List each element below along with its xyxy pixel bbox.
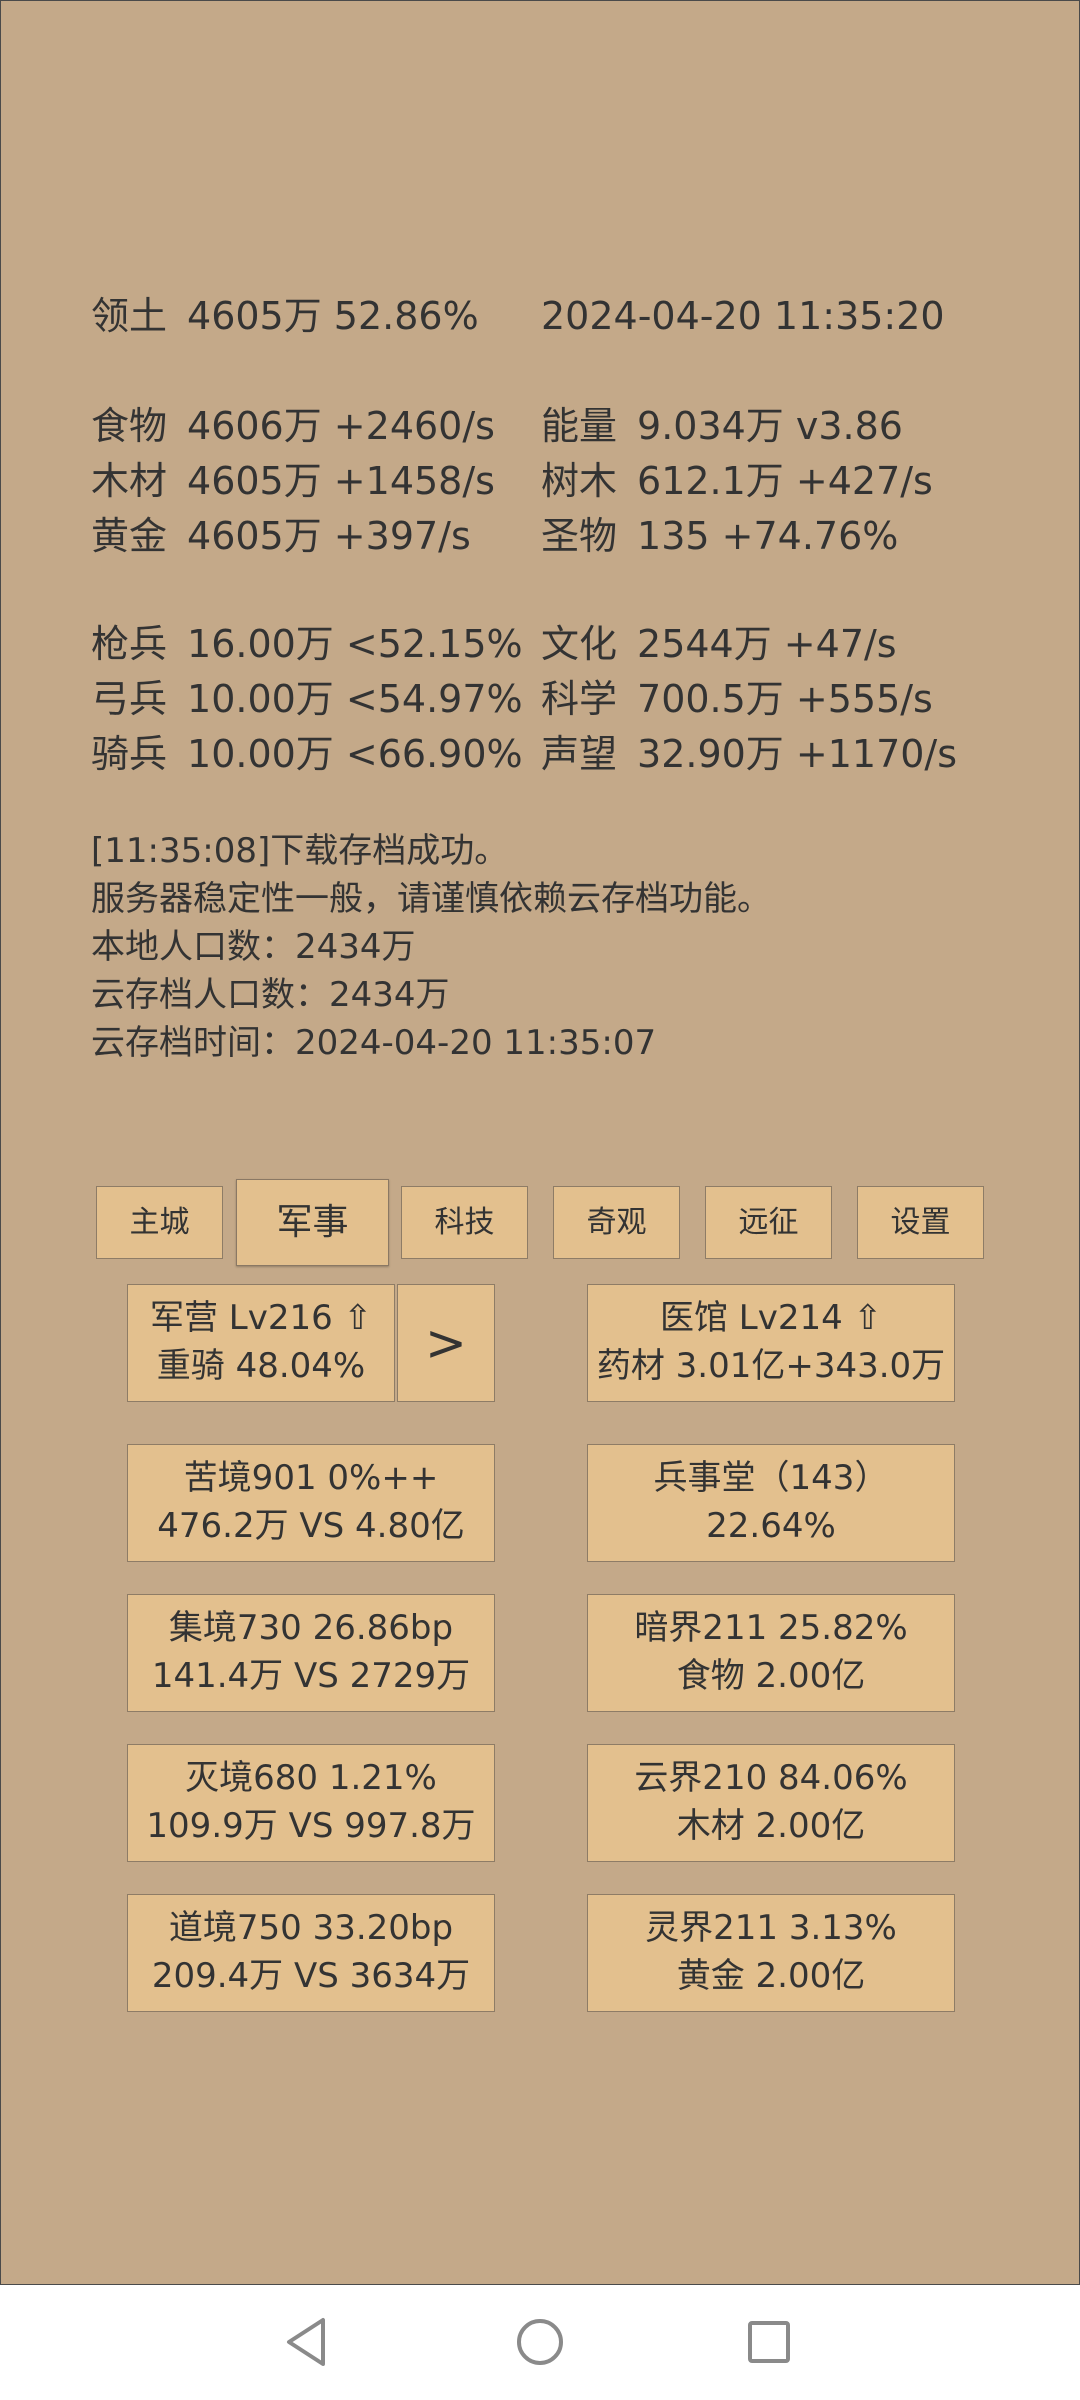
recents-square-icon[interactable] <box>734 2307 804 2377</box>
hospital-detail: 药材 3.01亿+343.0万 <box>596 1346 946 1386</box>
card-detail: 109.9万 VS 997.8万 <box>146 1806 476 1846</box>
wood-label: 木材 <box>91 459 168 503</box>
military-hall-button[interactable]: 兵事堂（143） 22.64% <box>587 1444 955 1562</box>
gold-label: 黄金 <box>91 514 168 558</box>
message-log: [11:35:08]下载存档成功。 服务器稳定性一般，请谨慎依赖云存档功能。 本… <box>91 827 771 1067</box>
card-title: 道境750 33.20bp <box>168 1908 454 1948</box>
prestige-label: 声望 <box>541 732 618 776</box>
cavalry-label: 骑兵 <box>91 732 168 776</box>
card-title: 暗界211 25.82% <box>634 1608 908 1648</box>
realm-card-daojing[interactable]: 道境750 33.20bp 209.4万 VS 3634万 <box>127 1894 495 2012</box>
hospital-button[interactable]: 医馆 Lv214 ⇧ 药材 3.01亿+343.0万 <box>587 1284 955 1402</box>
tab-settings[interactable]: 设置 <box>857 1186 984 1259</box>
realm-card-kujing[interactable]: 苦境901 0%++ 476.2万 VS 4.80亿 <box>127 1444 495 1562</box>
card-detail: 食物 2.00亿 <box>676 1656 866 1696</box>
territory-value: 4605万 52.86% <box>187 294 479 338</box>
culture-label: 文化 <box>541 622 618 666</box>
tab-wonders[interactable]: 奇观 <box>553 1186 680 1259</box>
culture-value: 2544万 +47/s <box>637 622 897 666</box>
card-title: 灭境680 1.21% <box>185 1758 437 1798</box>
trees-value: 612.1万 +427/s <box>637 459 933 503</box>
wood-value: 4605万 +1458/s <box>187 459 495 503</box>
spearmen-label: 枪兵 <box>91 622 168 666</box>
card-title: 集境730 26.86bp <box>168 1608 454 1648</box>
card-title: 云界210 84.06% <box>634 1758 908 1798</box>
back-triangle-icon[interactable] <box>273 2307 343 2377</box>
card-detail: 黄金 2.00亿 <box>676 1956 866 1996</box>
home-circle-icon[interactable] <box>505 2307 575 2377</box>
card-detail: 木材 2.00亿 <box>676 1806 866 1846</box>
barracks-title: 军营 Lv216 ⇧ <box>149 1298 373 1338</box>
realm-card-anjie[interactable]: 暗界211 25.82% 食物 2.00亿 <box>587 1594 955 1712</box>
cavalry-value: 10.00万 <66.90% <box>187 732 523 776</box>
energy-label: 能量 <box>541 404 618 448</box>
clock-datetime: 2024-04-20 11:35:20 <box>541 294 945 338</box>
card-title: 兵事堂（143） <box>653 1458 889 1498</box>
archers-value: 10.00万 <54.97% <box>187 677 523 721</box>
card-detail: 22.64% <box>706 1506 836 1546</box>
card-detail: 476.2万 VS 4.80亿 <box>157 1506 465 1546</box>
card-detail: 209.4万 VS 3634万 <box>151 1956 471 1996</box>
log-line: 服务器稳定性一般，请谨慎依赖云存档功能。 <box>91 879 771 919</box>
log-line: 本地人口数：2434万 <box>91 927 416 967</box>
science-value: 700.5万 +555/s <box>637 677 933 721</box>
territory-label: 领土 <box>91 294 168 338</box>
food-value: 4606万 +2460/s <box>187 404 495 448</box>
realm-card-miejing[interactable]: 灭境680 1.21% 109.9万 VS 997.8万 <box>127 1744 495 1862</box>
card-detail: 141.4万 VS 2729万 <box>151 1656 471 1696</box>
card-title: 苦境901 0%++ <box>183 1458 439 1498</box>
barracks-detail: 重骑 48.04% <box>156 1346 366 1386</box>
game-screen: 领土 4605万 52.86% 2024-04-20 11:35:20 食物 460… <box>0 0 1080 2285</box>
science-label: 科学 <box>541 677 618 721</box>
barracks-button[interactable]: 军营 Lv216 ⇧ 重骑 48.04% <box>127 1284 395 1402</box>
archers-label: 弓兵 <box>91 677 168 721</box>
realm-card-lingjie[interactable]: 灵界211 3.13% 黄金 2.00亿 <box>587 1894 955 2012</box>
realm-card-yunjie[interactable]: 云界210 84.06% 木材 2.00亿 <box>587 1744 955 1862</box>
realm-card-jijing[interactable]: 集境730 26.86bp 141.4万 VS 2729万 <box>127 1594 495 1712</box>
relics-value: 135 +74.76% <box>637 514 899 558</box>
tab-military[interactable]: 军事 <box>236 1179 389 1266</box>
food-label: 食物 <box>91 404 168 448</box>
gold-value: 4605万 +397/s <box>187 514 471 558</box>
log-line: [11:35:08]下载存档成功。 <box>91 831 509 871</box>
spearmen-value: 16.00万 <52.15% <box>187 622 523 666</box>
next-arrow-button[interactable]: > <box>397 1284 495 1402</box>
tab-tech[interactable]: 科技 <box>401 1186 528 1259</box>
system-nav-bar <box>0 2285 1080 2400</box>
log-line: 云存档人口数：2434万 <box>91 975 450 1015</box>
hospital-title: 医馆 Lv214 ⇧ <box>659 1298 883 1338</box>
trees-label: 树木 <box>541 459 618 503</box>
energy-value: 9.034万 v3.86 <box>637 404 903 448</box>
log-line: 云存档时间：2024-04-20 11:35:07 <box>91 1023 657 1063</box>
relics-label: 圣物 <box>541 514 618 558</box>
card-title: 灵界211 3.13% <box>645 1908 897 1948</box>
tab-main-city[interactable]: 主城 <box>96 1186 223 1259</box>
prestige-value: 32.90万 +1170/s <box>637 732 958 776</box>
tab-expedition[interactable]: 远征 <box>705 1186 832 1259</box>
